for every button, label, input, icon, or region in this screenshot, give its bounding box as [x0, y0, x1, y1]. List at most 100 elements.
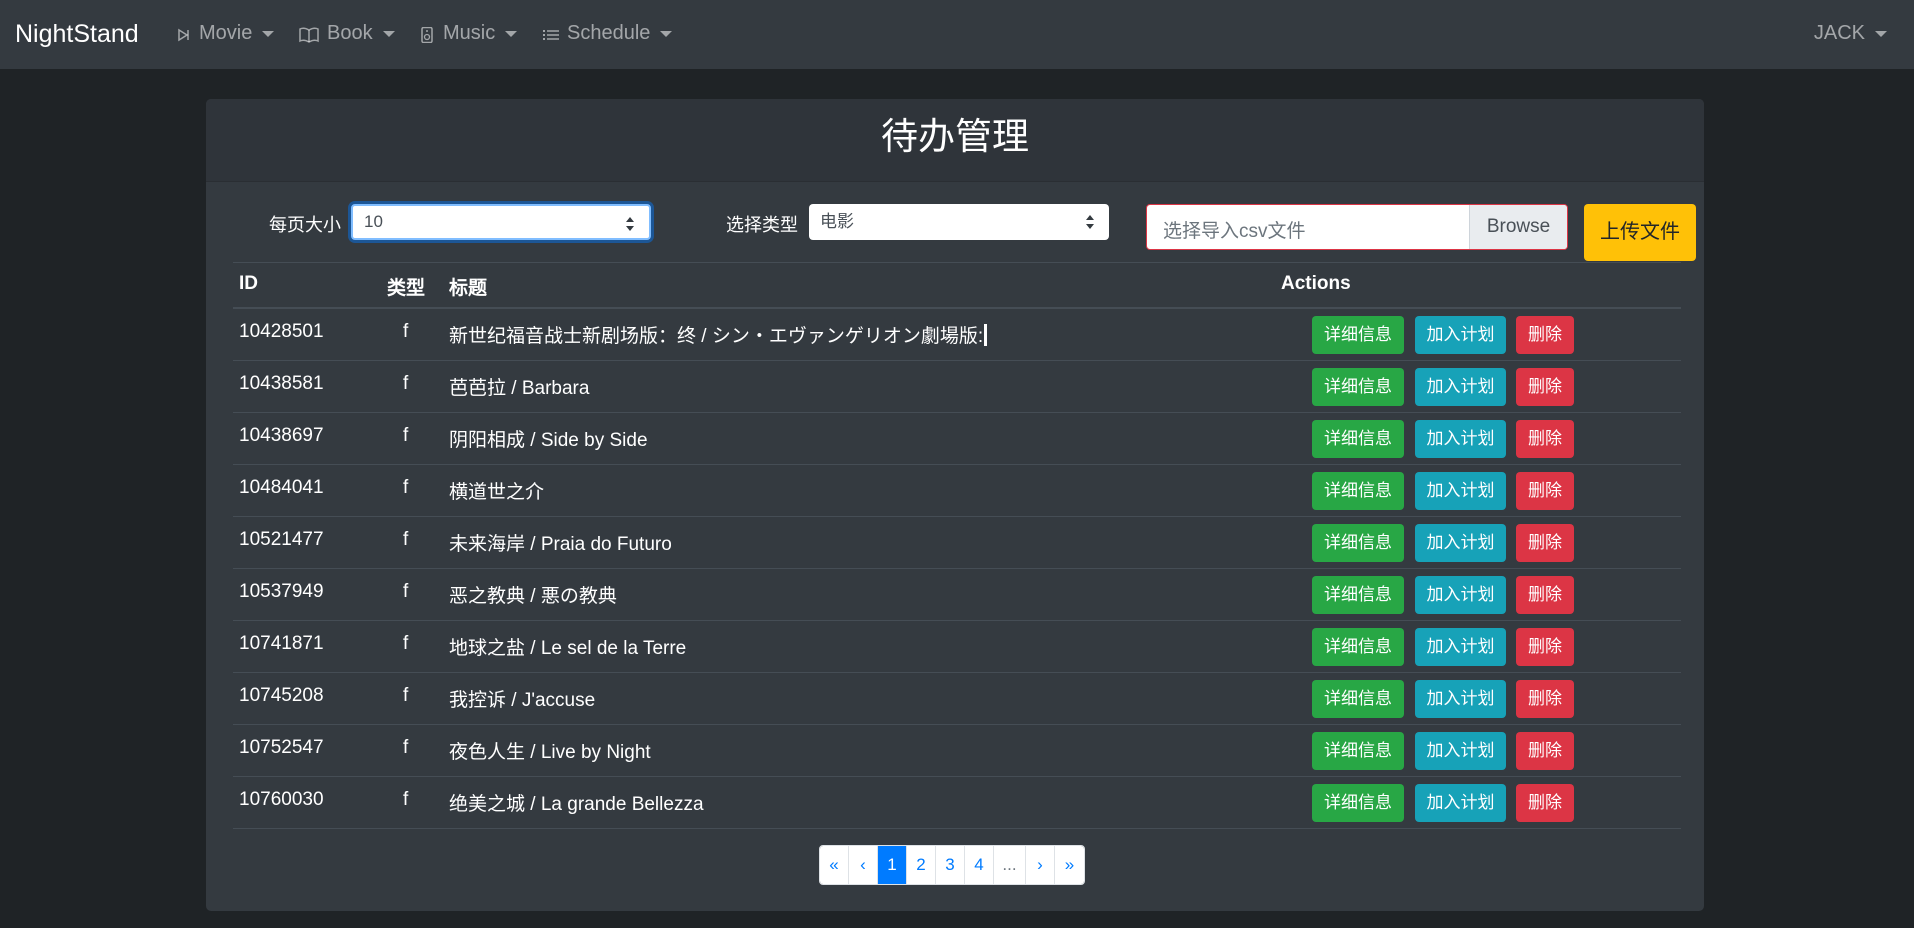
- table-row: 10438581 f 芭芭拉 / Barbara 详细信息 加入计划 删除: [233, 361, 1681, 413]
- delete-button[interactable]: 删除: [1516, 420, 1574, 458]
- detail-button[interactable]: 详细信息: [1312, 784, 1404, 822]
- detail-button[interactable]: 详细信息: [1312, 316, 1404, 354]
- detail-button[interactable]: 详细信息: [1312, 732, 1404, 770]
- table-row: 10760030 f 绝美之城 / La grande Bellezza 详细信息 加入…: [233, 777, 1681, 829]
- table-row: 10537949 f 恶之教典 / 悪の教典 详细信息 加入计划 删除: [233, 569, 1681, 621]
- add-to-plan-button[interactable]: 加入计划: [1415, 316, 1506, 354]
- page-size-value: 10: [364, 212, 383, 231]
- cell-title: 恶之教典 / 悪の教典: [449, 586, 617, 607]
- table-header: ID 类型 标题 Actions: [233, 262, 1681, 309]
- detail-button[interactable]: 详细信息: [1312, 628, 1404, 666]
- delete-button[interactable]: 删除: [1516, 316, 1574, 354]
- add-to-plan-button[interactable]: 加入计划: [1415, 576, 1506, 614]
- page-title: 待办管理: [206, 99, 1704, 182]
- page-last[interactable]: »: [1055, 846, 1084, 884]
- type-value: 电影: [820, 212, 854, 231]
- header-actions: Actions: [1281, 273, 1351, 294]
- page-size-label: 每页大小: [269, 215, 341, 235]
- cell-title: 横道世之介: [449, 482, 545, 503]
- upload-file-button[interactable]: 上传文件: [1584, 204, 1696, 261]
- table-row: 10752547 f 夜色人生 / Live by Night 详细信息 加入计划 删除: [233, 725, 1681, 777]
- user-name: JACK: [1813, 22, 1865, 44]
- add-to-plan-button[interactable]: 加入计划: [1415, 732, 1506, 770]
- nav-book-dropdown[interactable]: Book: [299, 22, 395, 45]
- type-select[interactable]: 电影: [809, 204, 1109, 240]
- todo-management-card: 待办管理 每页大小 10 选择类型 电影 选择导入csv文件 Browse 上传…: [206, 99, 1704, 911]
- top-navbar: NightStand Movie Book Music Schedule JAC…: [0, 0, 1914, 69]
- page-first[interactable]: «: [820, 846, 849, 884]
- text-cursor: [984, 324, 988, 346]
- select-arrows-icon: [626, 217, 634, 231]
- cell-title: 芭芭拉 / Barbara: [449, 378, 590, 399]
- page-next[interactable]: ›: [1026, 846, 1055, 884]
- detail-button[interactable]: 详细信息: [1312, 472, 1404, 510]
- delete-button[interactable]: 删除: [1516, 368, 1574, 406]
- cell-type: f: [403, 685, 409, 706]
- cell-id: 10745208: [239, 685, 324, 706]
- todo-table: ID 类型 标题 Actions 10428501 f 新世纪福音战士新剧场版：终 …: [233, 262, 1681, 829]
- detail-button[interactable]: 详细信息: [1312, 524, 1404, 562]
- cell-title: 阴阳相成 / Side by Side: [449, 430, 648, 451]
- detail-button[interactable]: 详细信息: [1312, 420, 1404, 458]
- add-to-plan-button[interactable]: 加入计划: [1415, 368, 1506, 406]
- page-ellipsis: ...: [994, 846, 1026, 884]
- cell-type: f: [403, 581, 409, 602]
- page-size-select[interactable]: 10: [351, 204, 651, 240]
- chevron-down-icon: [382, 30, 395, 37]
- cell-type: f: [403, 321, 409, 342]
- table-row: 10438697 f 阴阳相成 / Side by Side 详细信息 加入计划 删除: [233, 413, 1681, 465]
- delete-button[interactable]: 删除: [1516, 628, 1574, 666]
- page-4[interactable]: 4: [965, 846, 994, 884]
- header-title: 标题: [449, 278, 488, 299]
- cell-type: f: [403, 789, 409, 810]
- nav-movie-dropdown[interactable]: Movie: [175, 22, 275, 45]
- add-to-plan-button[interactable]: 加入计划: [1415, 680, 1506, 718]
- nav-schedule-dropdown[interactable]: Schedule: [543, 22, 673, 45]
- page-3[interactable]: 3: [936, 846, 965, 884]
- chevron-down-icon: [505, 30, 518, 37]
- chevron-down-icon: [660, 30, 673, 37]
- add-to-plan-button[interactable]: 加入计划: [1415, 784, 1506, 822]
- pagination: « ‹ 1 2 3 4 ... › »: [819, 845, 1085, 885]
- nav-movie-label: Movie: [199, 22, 253, 44]
- cell-type: f: [403, 633, 409, 654]
- cell-type: f: [403, 373, 409, 394]
- cell-id: 10438697: [239, 425, 324, 446]
- delete-button[interactable]: 删除: [1516, 472, 1574, 510]
- cell-type: f: [403, 737, 409, 758]
- cell-type: f: [403, 425, 409, 446]
- header-id: ID: [239, 273, 258, 294]
- table-row: 10484041 f 横道世之介 详细信息 加入计划 删除: [233, 465, 1681, 517]
- cell-title: 地球之盐 / Le sel de la Terre: [449, 638, 687, 659]
- add-to-plan-button[interactable]: 加入计划: [1415, 628, 1506, 666]
- brand-logo[interactable]: NightStand: [15, 20, 139, 49]
- add-to-plan-button[interactable]: 加入计划: [1415, 524, 1506, 562]
- cell-id: 10428501: [239, 321, 324, 342]
- add-to-plan-button[interactable]: 加入计划: [1415, 420, 1506, 458]
- page-1[interactable]: 1: [878, 846, 907, 884]
- nav-book-label: Book: [327, 22, 373, 44]
- user-menu-dropdown[interactable]: JACK: [1814, 22, 1887, 45]
- nav-music-dropdown[interactable]: Music: [419, 22, 518, 45]
- cell-id: 10537949: [239, 581, 324, 602]
- csv-file-input[interactable]: 选择导入csv文件 Browse: [1146, 204, 1568, 250]
- cell-title: 未来海岸 / Praia do Futuro: [449, 534, 672, 555]
- delete-button[interactable]: 删除: [1516, 576, 1574, 614]
- table-row: 10745208 f 我控诉 / J'accuse 详细信息 加入计划 删除: [233, 673, 1681, 725]
- delete-button[interactable]: 删除: [1516, 732, 1574, 770]
- detail-button[interactable]: 详细信息: [1312, 576, 1404, 614]
- detail-button[interactable]: 详细信息: [1312, 680, 1404, 718]
- delete-button[interactable]: 删除: [1516, 784, 1574, 822]
- page-prev[interactable]: ‹: [849, 846, 878, 884]
- cell-id: 10438581: [239, 373, 324, 394]
- delete-button[interactable]: 删除: [1516, 524, 1574, 562]
- table-row: 10741871 f 地球之盐 / Le sel de la Terre 详细信息 加入…: [233, 621, 1681, 673]
- page-2[interactable]: 2: [907, 846, 936, 884]
- detail-button[interactable]: 详细信息: [1312, 368, 1404, 406]
- cell-title: 绝美之城 / La grande Bellezza: [449, 794, 704, 815]
- delete-button[interactable]: 删除: [1516, 680, 1574, 718]
- add-to-plan-button[interactable]: 加入计划: [1415, 472, 1506, 510]
- speaker-icon: [419, 26, 435, 43]
- browse-button[interactable]: Browse: [1469, 205, 1567, 249]
- book-icon: [299, 26, 319, 43]
